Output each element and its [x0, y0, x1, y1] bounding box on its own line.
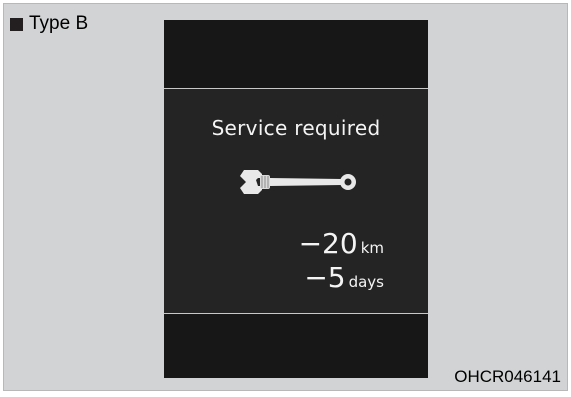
distance-unit: km [360, 239, 384, 257]
info-screen: Service required −20 km −5 days [164, 89, 428, 313]
bullet-square-icon [10, 17, 23, 31]
type-label-text: Type B [29, 13, 89, 34]
time-unit: days [348, 273, 384, 291]
service-title: Service required [211, 116, 381, 140]
figure-caption: OHCR046141 [454, 367, 561, 386]
display-top-band [164, 20, 428, 89]
figure: Type B Service required −20 km −5 days O… [3, 3, 568, 391]
cluster-display: Service required −20 km −5 days [164, 20, 428, 378]
distance-readout: −20 km [299, 227, 384, 260]
distance-value: −20 [298, 227, 358, 260]
time-value: −5 [304, 261, 346, 294]
type-label: Type B [10, 13, 88, 35]
wrench-icon [240, 170, 356, 194]
display-bottom-band [164, 313, 428, 378]
time-readout: −5 days [304, 261, 384, 294]
